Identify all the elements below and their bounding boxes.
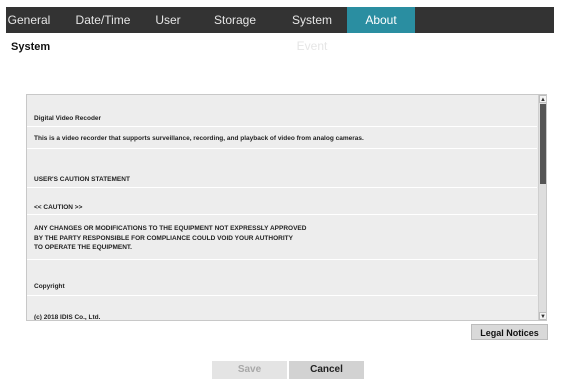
caution-line: ANY CHANGES OR MODIFICATIONS TO THE EQUI…	[34, 225, 307, 232]
tab-system-event[interactable]: System Event	[276, 7, 348, 53]
scroll-down-icon[interactable]: ▼	[539, 312, 546, 320]
tab-storage[interactable]: Storage	[204, 7, 266, 33]
cancel-button[interactable]: Cancel	[289, 361, 364, 379]
section-title: System	[11, 41, 51, 53]
caution-heading: USER'S CAUTION STATEMENT	[34, 176, 130, 183]
caution-line: TO OPERATE THE EQUIPMENT.	[34, 244, 132, 251]
product-heading: Digital Video Recoder	[34, 115, 102, 122]
tab-about[interactable]: About	[347, 7, 415, 33]
divider	[27, 126, 537, 127]
product-description: This is a video recorder that supports s…	[34, 135, 364, 142]
divider	[27, 295, 537, 296]
tab-user[interactable]: User	[144, 7, 192, 33]
divider	[27, 259, 537, 260]
caution-line: BY THE PARTY RESPONSIBLE FOR COMPLIANCE …	[34, 235, 293, 242]
about-dialog: General Date/Time User Storage System Ev…	[0, 0, 563, 379]
legal-notices-button[interactable]: Legal Notices	[471, 324, 548, 340]
divider	[27, 214, 537, 215]
tab-general[interactable]: General	[6, 7, 52, 33]
about-text-panel: Digital Video Recoder This is a video re…	[26, 94, 547, 321]
scroll-up-icon[interactable]: ▲	[539, 95, 546, 103]
copyright-text: (c) 2018 IDIS Co., Ltd.	[34, 314, 101, 321]
tab-date-time[interactable]: Date/Time	[68, 7, 138, 33]
copyright-heading: Copyright	[34, 283, 65, 290]
divider	[27, 148, 537, 149]
divider	[27, 187, 537, 188]
scroll-thumb[interactable]	[540, 104, 546, 184]
save-button[interactable]: Save	[212, 361, 287, 379]
tab-bar: General Date/Time User Storage System Ev…	[6, 7, 554, 53]
caution-title: << CAUTION >>	[34, 204, 83, 211]
vertical-scrollbar[interactable]: ▲ ▼	[538, 95, 546, 320]
